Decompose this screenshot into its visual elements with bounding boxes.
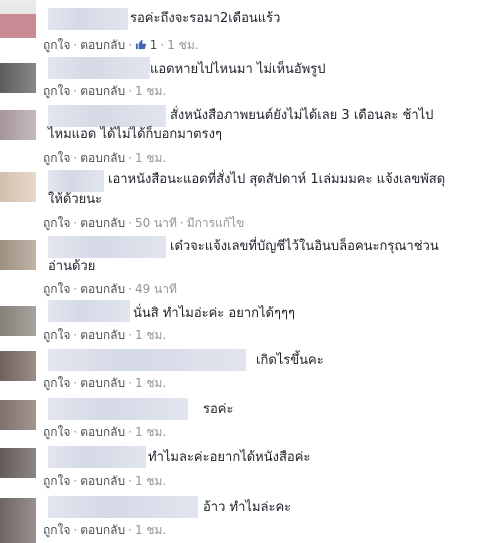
comment-time[interactable]: 1 ชม. [167,38,198,52]
commenter-name[interactable] [48,446,146,468]
comment-time[interactable]: 1 ชม. [135,523,166,537]
comment-text: รอค่ะ [203,402,234,417]
comment-time[interactable]: 1 ชม. [135,425,166,439]
comment-text-line2: ไหมแอด ได้ไม่ได้ก็บอกมาตรงๆ [48,127,222,142]
like-button[interactable]: ถูกใจ [43,376,70,390]
comment-text: นั่นสิ ทำไมอ่ะค่ะ อยากได้ๆๆๆ [133,306,295,321]
comment-actions: ถูกใจ · ตอบกลับ · 1 ชม. [43,425,167,439]
commenter-name[interactable] [48,300,130,322]
comment-actions: ถูกใจ · ตอบกลับ · 1 ชม. [43,84,167,98]
reply-button[interactable]: ตอบกลับ [80,151,125,165]
comment-time[interactable]: 49 นาที [135,282,177,296]
comment-time[interactable]: 1 ชม. [135,151,166,165]
avatar[interactable] [0,351,36,381]
comment-actions: ถูกใจ · ตอบกลับ · 50 นาที · มีการแก้ไข [43,216,245,230]
comment-text: เอาหนังสือนะแอดที่สั่งไป สุดสัปดาห์ 1เล่… [108,172,446,187]
comment-actions: ถูกใจ · ตอบกลับ · 1 ชม. [43,523,167,537]
avatar[interactable] [0,240,36,270]
commenter-name[interactable] [48,8,128,30]
comment-text: เด๋วจะแจ้งเลขที่บัญชีไว้ในอินบล็อคนะกรุณ… [170,239,439,254]
comment-time[interactable]: 1 ชม. [135,474,166,488]
avatar[interactable] [0,0,36,38]
avatar[interactable] [0,448,36,478]
comment-actions: ถูกใจ · ตอบกลับ · 1 ชม. [43,328,167,342]
comment-text: รอค่ะถึงจะรอมา2เดือนแร้ว [130,11,281,26]
like-button[interactable]: ถูกใจ [43,328,70,342]
avatar[interactable] [0,172,36,202]
reply-button[interactable]: ตอบกลับ [80,282,125,296]
like-button[interactable]: ถูกใจ [43,474,70,488]
commenter-name[interactable] [48,496,198,518]
comment-time[interactable]: 50 นาที [135,216,177,230]
comment-text: สั่งหนังสือภาพยนต์ยังไม่ได้เลย 3 เดือนละ… [170,108,434,123]
avatar[interactable] [0,63,36,93]
comment-actions: ถูกใจ · ตอบกลับ · 1 ชม. [43,474,167,488]
comment-actions: ถูกใจ · ตอบกลับ · 1 · 1 ชม. [43,38,199,52]
avatar[interactable] [0,400,36,430]
like-button[interactable]: ถูกใจ [43,38,70,52]
comment-text: อ้าว ทำไมล่ะคะ [203,500,292,515]
comment-time[interactable]: 1 ชม. [135,84,166,98]
like-button[interactable]: ถูกใจ [43,216,70,230]
like-button[interactable]: ถูกใจ [43,151,70,165]
comment-text: ทำไมละค่ะอยากได้หนังสือค่ะ [148,450,311,465]
like-button[interactable]: ถูกใจ [43,523,70,537]
comment-text: แอดหายไปไหนมา ไม่เห็นอัพรูป [150,62,326,77]
commenter-name[interactable] [48,170,104,192]
avatar[interactable] [0,498,36,543]
commenter-name[interactable] [48,349,246,371]
commenter-name[interactable] [48,105,166,127]
reply-button[interactable]: ตอบกลับ [80,38,125,52]
comment-actions: ถูกใจ · ตอบกลับ · 1 ชม. [43,151,167,165]
reply-button[interactable]: ตอบกลับ [80,216,125,230]
commenter-name[interactable] [48,236,166,258]
comment-text: เกิดไรขึ้นคะ [256,353,324,368]
reply-button[interactable]: ตอบกลับ [80,328,125,342]
comment-actions: ถูกใจ · ตอบกลับ · 1 ชม. [43,376,167,390]
edited-label[interactable]: มีการแก้ไข [187,216,245,230]
comment-text-line2: อ่านด้วย [48,259,96,274]
avatar[interactable] [0,110,36,140]
reply-button[interactable]: ตอบกลับ [80,474,125,488]
reply-button[interactable]: ตอบกลับ [80,425,125,439]
like-button[interactable]: ถูกใจ [43,425,70,439]
comment-time[interactable]: 1 ชม. [135,328,166,342]
thumbs-up-icon [135,39,146,50]
reply-button[interactable]: ตอบกลับ [80,84,125,98]
reply-button[interactable]: ตอบกลับ [80,376,125,390]
avatar[interactable] [0,306,36,336]
commenter-name[interactable] [48,57,150,79]
comment-actions: ถูกใจ · ตอบกลับ · 49 นาที [43,282,177,296]
reply-button[interactable]: ตอบกลับ [80,523,125,537]
commenter-name[interactable] [48,398,188,420]
comment-text-line2: ให้ด้วยนะ [48,192,103,207]
like-button[interactable]: ถูกใจ [43,282,70,296]
comment-time[interactable]: 1 ชม. [135,376,166,390]
like-button[interactable]: ถูกใจ [43,84,70,98]
